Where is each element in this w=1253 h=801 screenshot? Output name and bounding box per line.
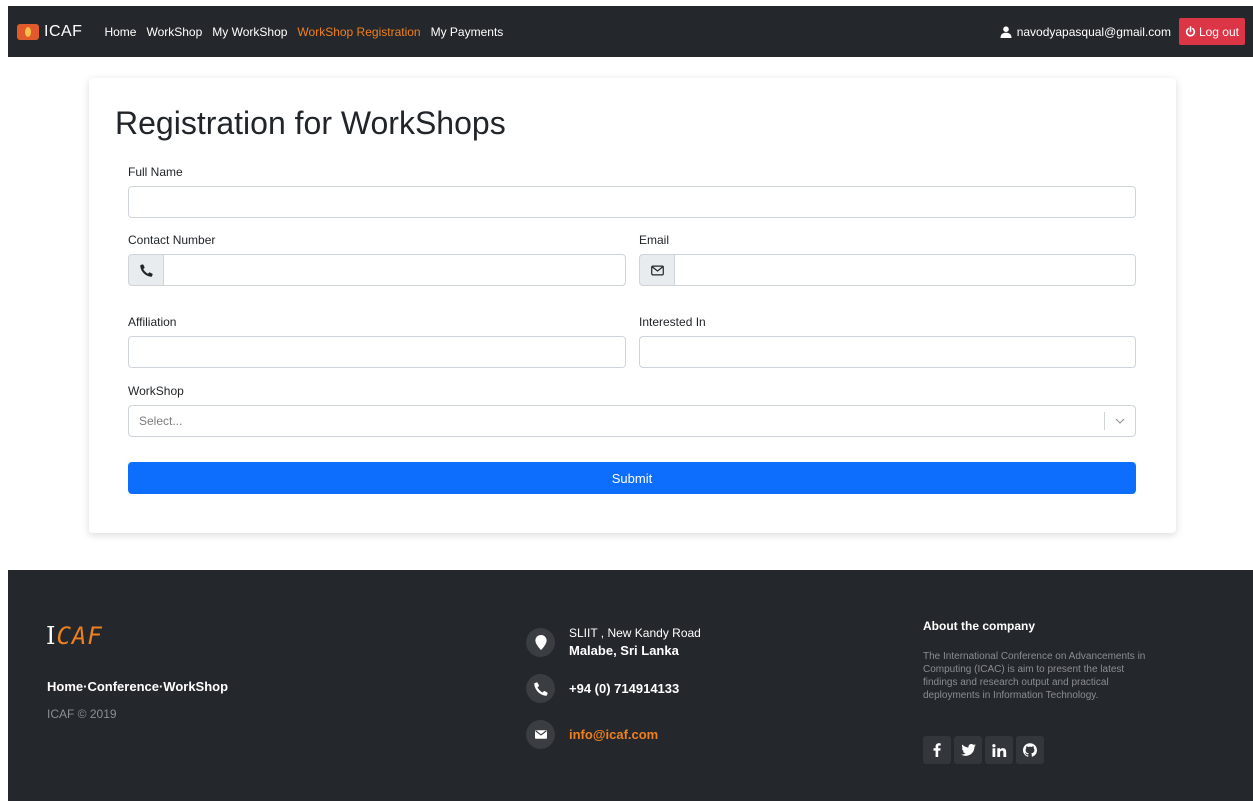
workshop-label: WorkShop [128,384,184,398]
nav-right: navodyapasqual@gmail.com Log out [1000,6,1245,57]
footer-logo[interactable]: ICAF [46,622,103,650]
address-block: SLIIT , New Kandy Road Malabe, Sri Lanka [569,626,701,658]
nav-link-workshop[interactable]: WorkShop [146,25,202,39]
nav-link-my-workshop[interactable]: My WorkShop [212,25,287,39]
footer: ICAF Home·Conference·WorkShop ICAF © 201… [8,570,1253,801]
about-title: About the company [923,619,1036,633]
footer-logo-initial: I [46,622,57,650]
power-icon [1185,26,1196,37]
logout-button[interactable]: Log out [1178,18,1245,45]
registration-card: Registration for WorkShops Full Name Con… [89,78,1176,533]
envelope-icon [650,265,664,275]
nav-links: Home WorkShop My WorkShop WorkShop Regis… [104,25,513,39]
footer-links[interactable]: Home·Conference·WorkShop [47,679,228,694]
footer-copyright: ICAF © 2019 [47,707,117,721]
footer-phone-number: +94 (0) 714914133 [569,681,680,696]
contact-number-group [128,254,626,286]
top-navbar: ICAF Home WorkShop My WorkShop WorkShop … [8,6,1253,57]
chevron-down-icon[interactable] [1105,418,1135,424]
nav-link-my-payments[interactable]: My Payments [431,25,504,39]
interested-in-label: Interested In [639,315,706,329]
submit-button[interactable]: Submit [128,462,1136,494]
affiliation-label: Affiliation [128,315,177,329]
logout-label: Log out [1198,24,1239,39]
envelope-icon [526,720,555,749]
user-email: navodyapasqual@gmail.com [1016,24,1171,39]
interested-in-input[interactable] [639,336,1136,368]
full-name-input[interactable] [128,186,1136,218]
affiliation-input[interactable] [128,336,626,368]
email-group [639,254,1136,286]
map-marker-icon [526,627,555,657]
contact-number-input[interactable] [163,254,626,286]
linkedin-icon[interactable] [985,736,1013,764]
email-addon [639,254,674,286]
contact-addon [128,254,163,286]
email-input[interactable] [674,254,1136,286]
footer-address: SLIIT , New Kandy Road Malabe, Sri Lanka [526,626,701,658]
brand-logo-icon [17,23,39,40]
about-text: The International Conference on Advancem… [923,651,1146,701]
email-label: Email [639,233,670,247]
user-icon [1000,25,1012,38]
page-title: Registration for WorkShops [115,105,506,141]
nav-link-workshop-registration[interactable]: WorkShop Registration [297,25,420,39]
footer-email-link[interactable]: info@icaf.com [569,727,658,742]
nav-link-home[interactable]: Home [104,25,136,39]
contact-number-label: Contact Number [128,233,216,247]
workshop-select-placeholder: Select... [139,414,183,428]
phone-icon [139,263,153,277]
footer-logo-rest: CAF [56,622,103,650]
footer-email-row: info@icaf.com [526,720,658,749]
twitter-icon[interactable] [954,736,982,764]
user-info: navodyapasqual@gmail.com [1000,25,1171,39]
full-name-label: Full Name [128,165,183,179]
footer-phone: +94 (0) 714914133 [526,674,679,703]
phone-icon [526,674,555,703]
github-icon[interactable] [1016,736,1044,764]
social-links [923,736,1047,764]
workshop-select[interactable]: Select... [128,405,1136,437]
brand[interactable]: ICAF [17,23,82,41]
address-line-1: SLIIT , New Kandy Road [569,626,701,640]
facebook-icon[interactable] [923,736,951,764]
address-line-2: Malabe, Sri Lanka [569,643,679,658]
brand-name: ICAF [44,22,83,40]
